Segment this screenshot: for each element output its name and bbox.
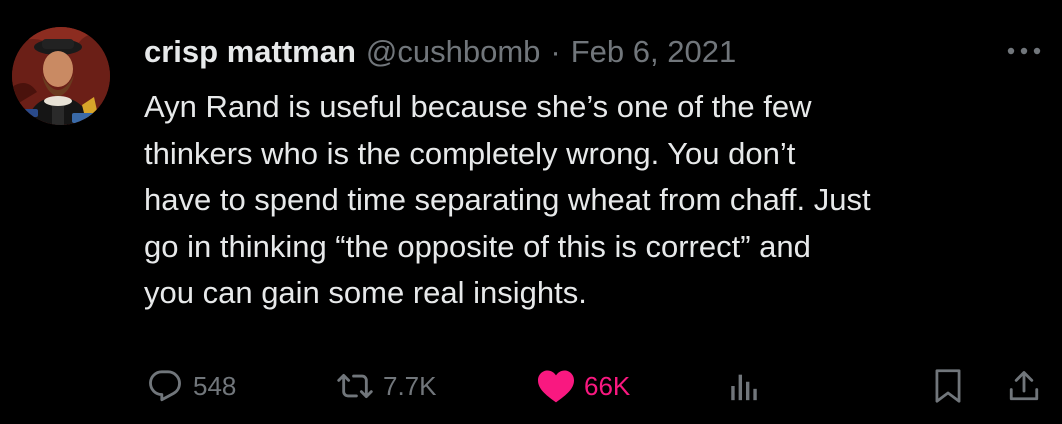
author-display-name[interactable]: crisp mattman — [144, 30, 356, 74]
retweet-icon — [335, 366, 375, 406]
reply-button[interactable]: 548 — [145, 358, 236, 414]
more-options-button[interactable] — [1004, 38, 1044, 64]
tweet-header: crisp mattman @cushbomb · Feb 6, 2021 — [144, 30, 736, 74]
like-count: 66K — [584, 370, 631, 401]
avatar[interactable] — [12, 27, 110, 125]
reply-bubble-icon — [145, 366, 185, 406]
share-upload-icon — [1004, 366, 1044, 406]
bookmark-icon — [928, 366, 968, 406]
tweet-date[interactable]: Feb 6, 2021 — [571, 30, 736, 74]
retweet-button[interactable]: 7.7K — [335, 358, 437, 414]
header-separator: · — [550, 34, 561, 69]
author-handle[interactable]: @cushbomb — [366, 30, 541, 74]
share-button[interactable] — [1004, 358, 1044, 414]
reply-count: 548 — [193, 370, 237, 401]
heart-icon — [536, 366, 576, 406]
bookmark-button[interactable] — [928, 358, 968, 414]
more-dots-icon — [1007, 47, 1041, 55]
tweet-card[interactable]: crisp mattman @cushbomb · Feb 6, 2021 Ay… — [0, 0, 1062, 424]
bar-chart-icon — [724, 366, 764, 406]
action-bar: 548 7.7K 66K — [0, 358, 1062, 414]
like-button[interactable]: 66K — [536, 358, 630, 414]
views-button[interactable] — [724, 358, 764, 414]
retweet-count: 7.7K — [383, 370, 437, 401]
tweet-text: Ayn Rand is useful because she’s one of … — [144, 89, 871, 310]
avatar-portrait-icon — [12, 27, 110, 125]
